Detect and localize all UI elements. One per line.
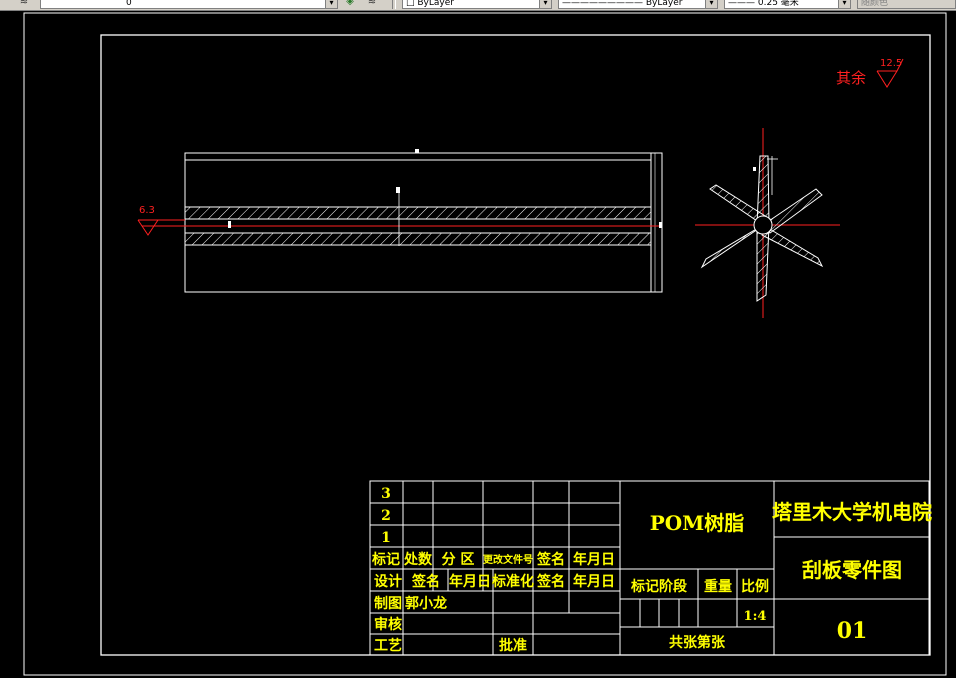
blade-top [756,155,770,226]
layer-manager-icon[interactable]: ≋ [18,0,30,8]
blade-lower-left [700,224,764,269]
scale-label: 比例 [741,578,769,595]
material: POM树脂 [650,511,745,535]
drawing-number: 01 [837,618,868,644]
dimension-mark-right [659,222,662,228]
header-zone: 分 区 [442,552,475,568]
drawing-canvas[interactable]: 其余 12.5 6.3 3 2 1 标记 处数 分 区 更改文件号 签名 年月日… [0,11,956,678]
chevron-down-icon[interactable]: ▾ [705,0,717,8]
sign-date: 年月日 [449,573,491,590]
sign-signature-2: 签名 [536,573,565,590]
section-mark [396,187,400,193]
process-label: 工艺 [374,637,402,654]
lineweight-select-value: 0.25 毫米 [757,0,799,8]
header-sign: 签名 [536,551,565,568]
chevron-down-icon[interactable]: ▾ [539,0,551,8]
rev-number-2: 2 [381,508,391,524]
stage-label: 标记阶段 [630,578,687,595]
layer-select-value: 0 [126,0,132,8]
linetype-preview-icon: ————————— [562,0,646,8]
section-hatch-upper [184,206,652,220]
layer-select[interactable]: 0 ▾ [40,0,338,9]
scale-value: 1:4 [744,609,767,624]
color-swatch-icon: □ [406,0,418,8]
shaft-outline [184,152,663,293]
sign-date-2: 年月日 [573,573,615,590]
chevron-down-icon[interactable]: ▾ [838,0,850,8]
drawn-by-label: 制图 [374,595,402,612]
linetype-select-value: ByLayer [645,0,683,8]
color-select-value: ByLayer [417,0,454,8]
properties-toolbar: ≋ ● ☼ ▣ □ 0 ▾ ◈ ≋ □ ByLayer ▾ ————————— … [0,0,956,11]
drawing-name: 刮板零件图 [802,558,902,582]
surface-roughness-symbol: 6.3 [137,205,185,236]
roughness-default-label: 其余 [836,69,866,87]
sign-standard: 标准化 [491,573,534,590]
make-layer-current-icon[interactable]: ◈ [344,0,356,8]
plotstyle-select-value: 随颜色 [861,0,889,8]
lineweight-select[interactable]: ——— 0.25 毫米 ▾ [724,0,851,9]
blade-bottom [756,224,770,302]
lineweight-preview-icon: ——— [728,0,758,8]
blade-lower-right [761,224,824,268]
review-label: 审核 [374,616,402,633]
dimension-mark-side [753,167,756,171]
sign-signature: 签名 [411,573,440,590]
plotstyle-select: 随颜色 [857,0,956,9]
header-mark: 标记 [371,551,400,568]
toolbar-separator [392,0,396,9]
drawn-by-name: 郭小龙 [405,595,447,612]
sheets-label: 共张第张 [669,634,726,651]
rev-number-3: 3 [381,486,391,502]
layer-previous-icon[interactable]: ≋ [366,0,378,8]
hub-circle [753,215,773,235]
chevron-down-icon[interactable]: ▾ [325,0,337,8]
sign-design: 设计 [374,573,402,590]
organization: 塔里木大学机电院 [772,500,932,524]
rev-number-1: 1 [381,530,391,546]
title-block-text: 3 2 1 标记 处数 分 区 更改文件号 签名 年月日 设计 签名 年月日 标… [371,486,932,654]
dimension-mark-top [415,149,419,153]
approve-label: 批准 [499,637,527,654]
roughness-left-value: 6.3 [139,205,155,216]
default-roughness-symbol: 其余 12.5 [836,58,904,88]
scraper-blades [700,155,824,302]
header-date: 年月日 [573,551,615,568]
color-select[interactable]: □ ByLayer ▾ [402,0,552,9]
front-view [142,149,663,293]
dimension-mark-left [228,221,231,228]
header-change-doc: 更改文件号 [483,553,533,566]
roughness-triangle [137,219,159,236]
header-count: 处数 [403,551,433,568]
linetype-select[interactable]: ————————— ByLayer ▾ [558,0,718,9]
weight-label: 重量 [704,578,732,595]
side-view [695,128,840,318]
section-hatch-lower [184,232,652,246]
